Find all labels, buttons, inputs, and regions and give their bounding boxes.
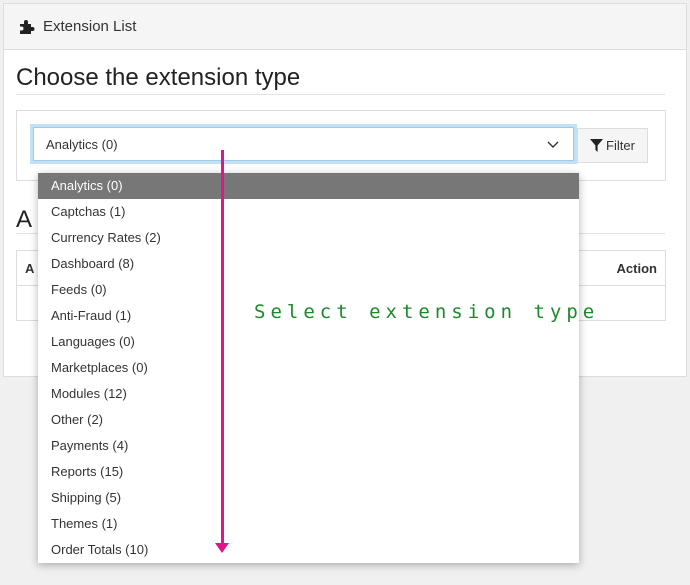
dropdown-option[interactable]: Modules (12) <box>38 381 579 407</box>
select-value: Analytics (0) <box>46 136 118 152</box>
dropdown-option[interactable]: Analytics (0) <box>38 173 579 199</box>
dropdown-option[interactable]: Reports (15) <box>38 459 579 485</box>
arrowhead-icon <box>215 543 229 553</box>
dropdown-option[interactable]: Payments (4) <box>38 433 579 459</box>
dropdown-option[interactable]: Order Totals (10) <box>38 537 579 563</box>
dropdown-option[interactable]: Languages (0) <box>38 329 579 355</box>
filter-icon <box>590 139 604 152</box>
filter-button[interactable]: Filter <box>577 128 648 163</box>
dropdown-option[interactable]: Shipping (5) <box>38 485 579 511</box>
card-title: Extension List <box>43 18 137 35</box>
dropdown-option[interactable]: Other (2) <box>38 407 579 433</box>
dropdown-option[interactable]: Captchas (1) <box>38 199 579 225</box>
extension-type-dropdown: Analytics (0) Captchas (1) Currency Rates … <box>38 173 579 563</box>
puzzle-icon <box>20 19 35 34</box>
action-column-header: Action <box>616 260 657 276</box>
chevron-down-icon <box>547 141 559 148</box>
annotation-text: Select extension type <box>254 301 600 323</box>
dropdown-option[interactable]: Dashboard (8) <box>38 251 579 277</box>
page-heading: Choose the extension type <box>16 64 301 91</box>
divider <box>16 94 665 95</box>
extension-type-select[interactable]: Analytics (0) <box>33 127 574 161</box>
dropdown-option[interactable]: Marketplaces (0) <box>38 355 579 381</box>
dropdown-option[interactable]: Feeds (0) <box>38 277 579 303</box>
dropdown-option[interactable]: Currency Rates (2) <box>38 225 579 251</box>
dropdown-option[interactable]: Themes (1) <box>38 511 579 537</box>
column-header: A <box>25 260 35 276</box>
section-heading: A <box>16 206 33 233</box>
card-header: Extension List <box>4 4 686 50</box>
annotation-arrow <box>221 150 224 545</box>
filter-label: Filter <box>606 138 635 153</box>
